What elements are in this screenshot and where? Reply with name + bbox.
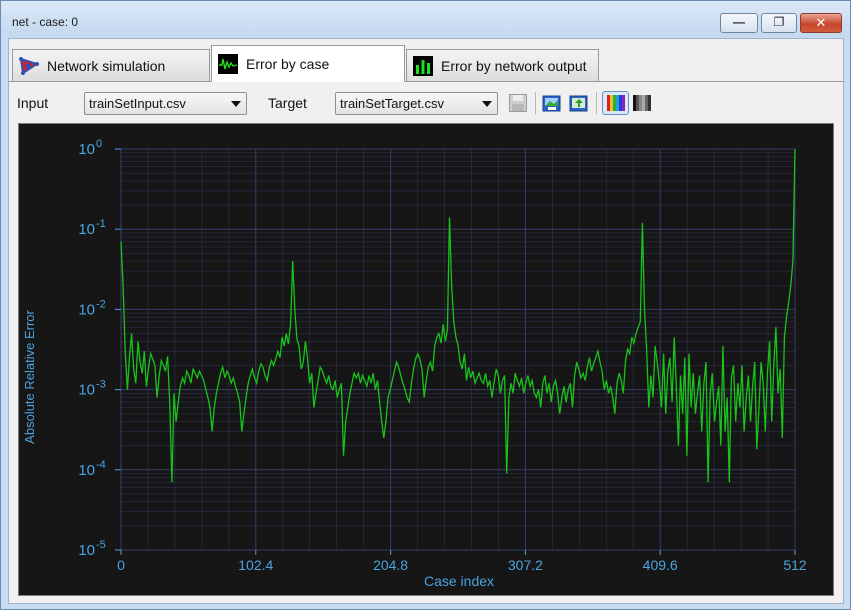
- save-button[interactable]: [506, 91, 530, 115]
- error-chart: 10 010 -110 -210 -310 -410 -5 0 102.4 204.8 307.2…: [22, 138, 807, 589]
- x-tick-label: 102.4: [238, 557, 273, 573]
- x-tick-label: 409.6: [643, 557, 678, 573]
- y-tick-label: 10: [78, 382, 95, 399]
- input-file-select[interactable]: trainSetInput.csv: [84, 92, 247, 115]
- y-tick-exponent: -1: [96, 218, 106, 230]
- y-tick-label: 10: [78, 542, 95, 559]
- y-axis-label: Absolute Relative Error: [22, 309, 37, 443]
- export-image-button[interactable]: [540, 91, 564, 115]
- client-area: Network simulation Error by case Error b…: [8, 38, 844, 604]
- tab-label: Network simulation: [47, 57, 166, 74]
- x-tick-label: 307.2: [508, 557, 543, 573]
- export-data-button[interactable]: [567, 91, 591, 115]
- x-axis: 0 102.4 204.8 307.2 409.6 512: [117, 550, 807, 573]
- title-bar[interactable]: net - case: 0 — ❐ ✕: [1, 1, 850, 37]
- y-tick-label: 10: [78, 462, 95, 479]
- y-tick-exponent: -3: [96, 379, 106, 391]
- maximize-button[interactable]: ❐: [761, 13, 797, 33]
- close-icon: ✕: [815, 15, 827, 30]
- save-icon: [509, 94, 527, 112]
- maximize-icon: ❐: [773, 15, 785, 29]
- close-button[interactable]: ✕: [800, 13, 842, 33]
- export-image-icon: [542, 95, 561, 112]
- error-plot[interactable]: 10 0 10 -1 10 -2 10 -3 10 -4 10 -5 0 102.4 204.8 307.2…: [18, 123, 834, 596]
- tab-network-simulation[interactable]: Network simulation: [12, 49, 210, 81]
- tab-label: Error by case: [246, 56, 330, 72]
- tab-strip-border: [9, 81, 843, 82]
- color-palette-icon: [606, 95, 625, 111]
- y-tick-exponent: 0: [96, 138, 102, 150]
- x-tick-label: 512: [783, 557, 807, 573]
- x-axis-label: Case index: [424, 573, 494, 589]
- chevron-down-icon: [482, 101, 492, 107]
- export-data-icon: [569, 95, 588, 112]
- y-tick-label: 10: [78, 301, 95, 318]
- input-file-value: trainSetInput.csv: [89, 96, 186, 111]
- tab-label: Error by network output: [441, 57, 587, 74]
- y-tick-exponent: -2: [96, 298, 106, 310]
- series-line: [120, 148, 796, 483]
- target-label: Target: [268, 95, 307, 111]
- minimize-icon: —: [733, 15, 745, 29]
- waveform-icon: [218, 54, 238, 74]
- x-tick-label: 204.8: [373, 557, 408, 573]
- window-title: net - case: 0: [12, 15, 79, 29]
- bars-icon: [413, 55, 433, 76]
- y-axis: 10 010 -110 -210 -310 -410 -5: [78, 138, 121, 559]
- x-tick-label: 0: [117, 557, 125, 573]
- y-tick-label: 10: [78, 221, 95, 238]
- y-tick-exponent: -4: [96, 459, 106, 471]
- grayscale-palette-button[interactable]: [630, 91, 654, 115]
- network-icon: [19, 56, 39, 75]
- tab-error-by-case[interactable]: Error by case: [211, 45, 405, 82]
- tab-error-by-network-output[interactable]: Error by network output: [406, 49, 599, 81]
- y-tick-label: 10: [78, 141, 95, 158]
- input-label: Input: [17, 95, 49, 111]
- target-file-select[interactable]: trainSetTarget.csv: [335, 92, 498, 115]
- minimize-button[interactable]: —: [720, 13, 758, 33]
- toolbar-separator: [535, 92, 536, 114]
- target-file-value: trainSetTarget.csv: [340, 96, 445, 111]
- chevron-down-icon: [231, 101, 241, 107]
- toolbar-separator: [596, 92, 597, 114]
- app-window: net - case: 0 — ❐ ✕ Network simulation E…: [0, 0, 851, 610]
- grayscale-palette-icon: [633, 95, 651, 111]
- y-tick-exponent: -5: [96, 539, 106, 551]
- color-palette-button[interactable]: [602, 91, 629, 115]
